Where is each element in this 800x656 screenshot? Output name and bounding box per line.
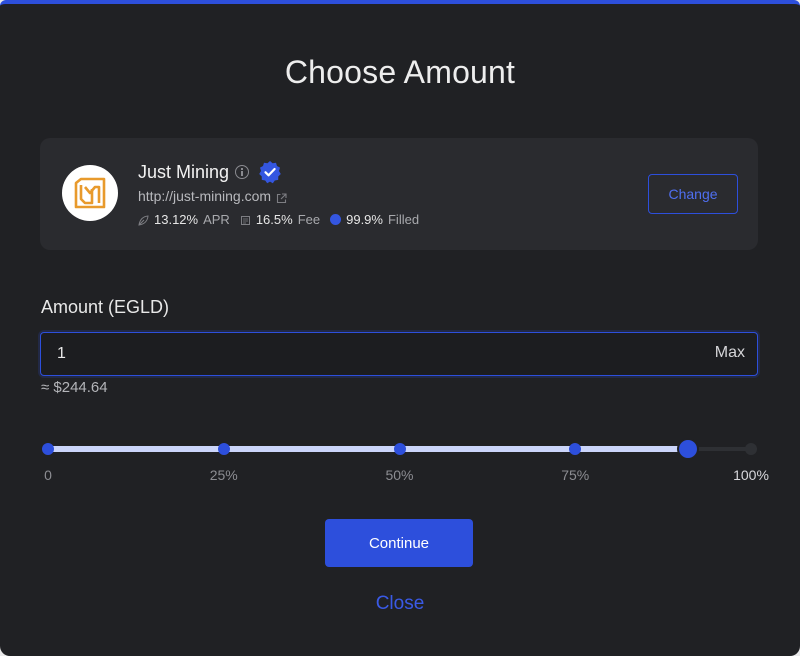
apr-label: APR [203,212,230,227]
apr-value: 13.12% [154,212,199,227]
filled-value: 99.9% [346,212,383,227]
tick-label-0[interactable]: 0 [44,467,52,483]
close-link[interactable]: Close [0,593,800,615]
max-button[interactable]: Max [715,344,745,362]
tick-label-25[interactable]: 25% [210,467,238,483]
provider-name: Just Mining [138,161,230,182]
apr-stat: 13.12% APR [138,212,230,227]
slider-mark-0[interactable] [42,443,54,455]
fee-icon [240,214,251,225]
change-provider-button[interactable]: Change [648,174,738,214]
filled-indicator-icon [330,214,342,225]
external-link-icon[interactable] [276,191,287,203]
amount-label: Amount (EGLD) [41,297,170,317]
choose-amount-modal: Choose Amount Just Mining http://just-mi… [0,0,800,656]
slider-tick-labels: 0 25% 50% 75% 100% [44,467,769,483]
filled-label: Filled [387,212,420,227]
slider-track-fill [48,446,688,452]
verified-badge-icon [258,160,282,184]
amount-field: Max [40,332,758,376]
fee-label: Fee [297,212,321,227]
continue-button[interactable]: Continue [325,519,473,567]
slider-mark-50[interactable] [393,443,406,455]
leaf-icon [138,214,149,226]
provider-url-link[interactable]: http://just-mining.com [138,188,271,204]
filled-stat: 99.9% Filled [330,212,419,227]
info-icon[interactable] [235,165,250,179]
modal-title: Choose Amount [284,54,516,90]
slider-handle[interactable] [678,440,697,458]
slider-mark-75[interactable] [569,443,582,455]
provider-card: Just Mining http://just-mining.com 13.12… [40,138,758,250]
slider-mark-25[interactable] [217,443,230,455]
fee-stat: 16.5% Fee [240,212,320,227]
provider-stats: 13.12% APR 16.5% Fee 99.9% Filled [138,212,429,227]
fee-value: 16.5% [255,212,293,227]
tick-label-100[interactable]: 100% [733,467,769,483]
amount-slider[interactable] [42,440,757,458]
slider-mark-100[interactable] [745,443,757,455]
just-mining-logo-icon [62,165,118,221]
amount-input[interactable] [41,333,681,374]
tick-label-75[interactable]: 75% [561,467,589,483]
usd-approx-value: ≈ $244.64 [41,379,108,396]
tick-label-50[interactable]: 50% [385,467,413,483]
